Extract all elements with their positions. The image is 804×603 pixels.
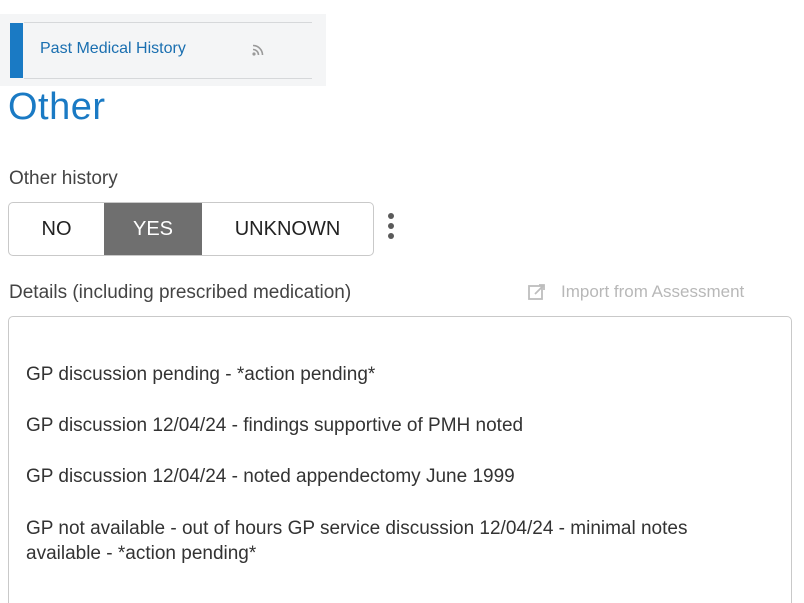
- details-entry: GP not available - out of hours GP servi…: [26, 518, 688, 564]
- kebab-menu-icon[interactable]: [384, 213, 398, 243]
- other-history-label: Other history: [9, 168, 118, 189]
- details-entry: GP discussion 12/04/24 - findings suppor…: [26, 415, 524, 436]
- details-label: Details (including prescribed medication…: [9, 282, 352, 303]
- option-unknown-button[interactable]: UNKNOWN: [202, 203, 373, 255]
- divider: [24, 78, 312, 79]
- details-textarea[interactable]: GP discussion pending - *action pending*…: [8, 316, 792, 603]
- details-entry: GP discussion pending - *action pending*: [26, 364, 376, 385]
- section-title: Other: [8, 86, 106, 128]
- active-indicator: [10, 23, 23, 78]
- details-entry: GP discussion 12/04/24 - noted appendect…: [26, 466, 515, 487]
- import-edit-icon: [528, 284, 545, 300]
- import-label: Import from Assessment: [561, 282, 745, 301]
- nav-item-past-medical-history[interactable]: Past Medical History: [10, 23, 312, 78]
- nav-item-label: Past Medical History: [40, 40, 186, 57]
- rss-feed-icon: [252, 44, 264, 56]
- option-no-button[interactable]: NO: [9, 203, 104, 255]
- option-yes-button[interactable]: YES: [104, 203, 202, 255]
- section-nav: Past Medical History: [0, 14, 326, 86]
- other-history-toggle: NO YES UNKNOWN: [8, 202, 374, 256]
- import-from-assessment-button[interactable]: Import from Assessment: [527, 282, 744, 302]
- page: Past Medical History Other Other history…: [0, 0, 804, 603]
